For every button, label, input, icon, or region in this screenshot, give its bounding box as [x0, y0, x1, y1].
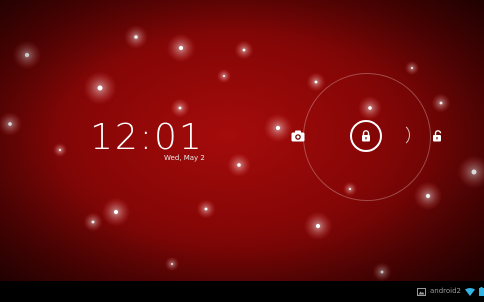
- wifi-icon: [465, 287, 475, 296]
- unlock-icon: [433, 130, 442, 142]
- sparkle-core: [314, 80, 318, 84]
- camera-target[interactable]: [288, 127, 308, 145]
- sparkle-core: [380, 270, 384, 274]
- clock-time: 12:01: [90, 117, 204, 158]
- sparkle-core: [439, 101, 443, 105]
- status-icons: android2: [416, 281, 484, 302]
- sparkle-core: [204, 207, 208, 211]
- status-label: android2: [429, 287, 461, 295]
- sparkle-core: [8, 122, 12, 126]
- lock-handle[interactable]: [350, 120, 382, 152]
- sparkle-core: [178, 45, 184, 51]
- ring-arc: [386, 123, 410, 147]
- sparkle-core: [134, 35, 138, 39]
- battery-icon: [479, 287, 484, 296]
- lock-screen: 12:01 Wed, May 2: [0, 0, 484, 281]
- sparkle-core: [170, 262, 174, 266]
- sparkle-glow: [457, 155, 484, 189]
- sparkle-core: [58, 148, 62, 152]
- sparkle-core: [24, 52, 30, 58]
- sparkle-core: [91, 220, 95, 224]
- sparkle-core: [178, 106, 182, 110]
- sparkle-core: [237, 163, 241, 167]
- sparkle-core: [242, 48, 246, 52]
- unlock-target[interactable]: [428, 127, 446, 145]
- sparkle-core: [222, 74, 226, 78]
- sparkle-core: [471, 169, 477, 175]
- sparkle-core: [315, 223, 321, 229]
- lock-icon: [362, 130, 370, 142]
- gallery-icon: [416, 287, 426, 296]
- status-bar: android2: [0, 281, 484, 302]
- sparkle-core: [425, 193, 431, 199]
- sparkle-core: [410, 66, 414, 70]
- sparkle-core: [97, 85, 103, 91]
- camera-icon: [291, 130, 305, 142]
- sparkle-core: [275, 125, 281, 131]
- clock-date: Wed, May 2: [164, 154, 205, 162]
- sparkle-core: [113, 209, 119, 215]
